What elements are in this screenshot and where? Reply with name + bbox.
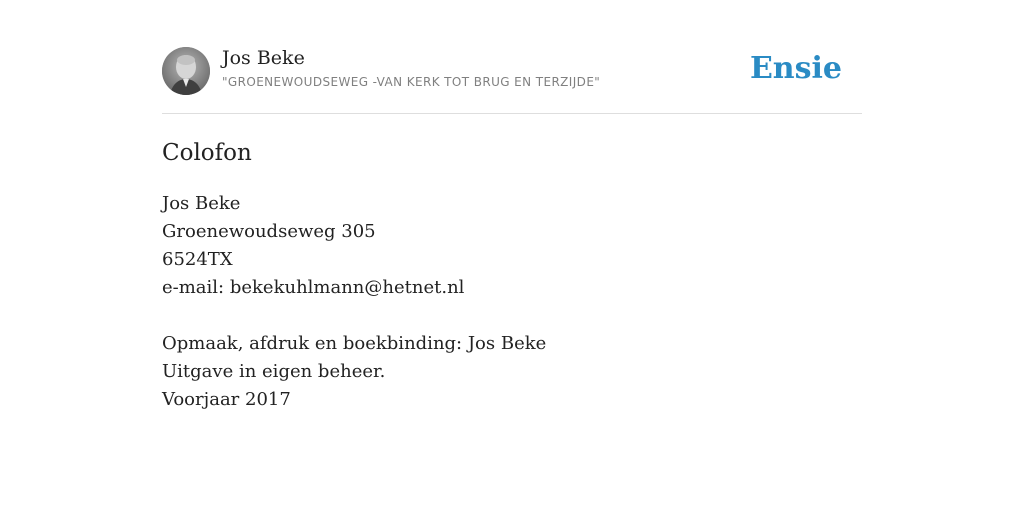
colofon-body: Jos Beke Groenewoudseweg 305 6524TX e-ma… (162, 190, 862, 414)
credits-publisher: Uitgave in eigen beheer. (162, 361, 386, 382)
credits-production: Opmaak, afdruk en boekbinding: Jos Beke (162, 333, 547, 354)
author-avatar[interactable] (162, 47, 210, 95)
credits-date: Voorjaar 2017 (162, 389, 291, 410)
author-subtitle: "GROENEWOUDSEWEG -VAN KERK TOT BRUG EN T… (222, 75, 601, 89)
contact-email: e-mail: bekekuhlmann@hetnet.nl (162, 277, 465, 298)
contact-postcode: 6524TX (162, 249, 233, 270)
page-title: Colofon (162, 140, 252, 166)
contact-street: Groenewoudseweg 305 (162, 221, 376, 242)
author-name[interactable]: Jos Beke (222, 47, 305, 69)
header-divider (162, 113, 862, 114)
ensie-logo[interactable]: Ensie (750, 49, 842, 89)
portrait-photo-icon (162, 47, 210, 95)
contact-name: Jos Beke (162, 193, 241, 214)
page-header: Jos Beke "GROENEWOUDSEWEG -VAN KERK TOT … (162, 46, 862, 96)
